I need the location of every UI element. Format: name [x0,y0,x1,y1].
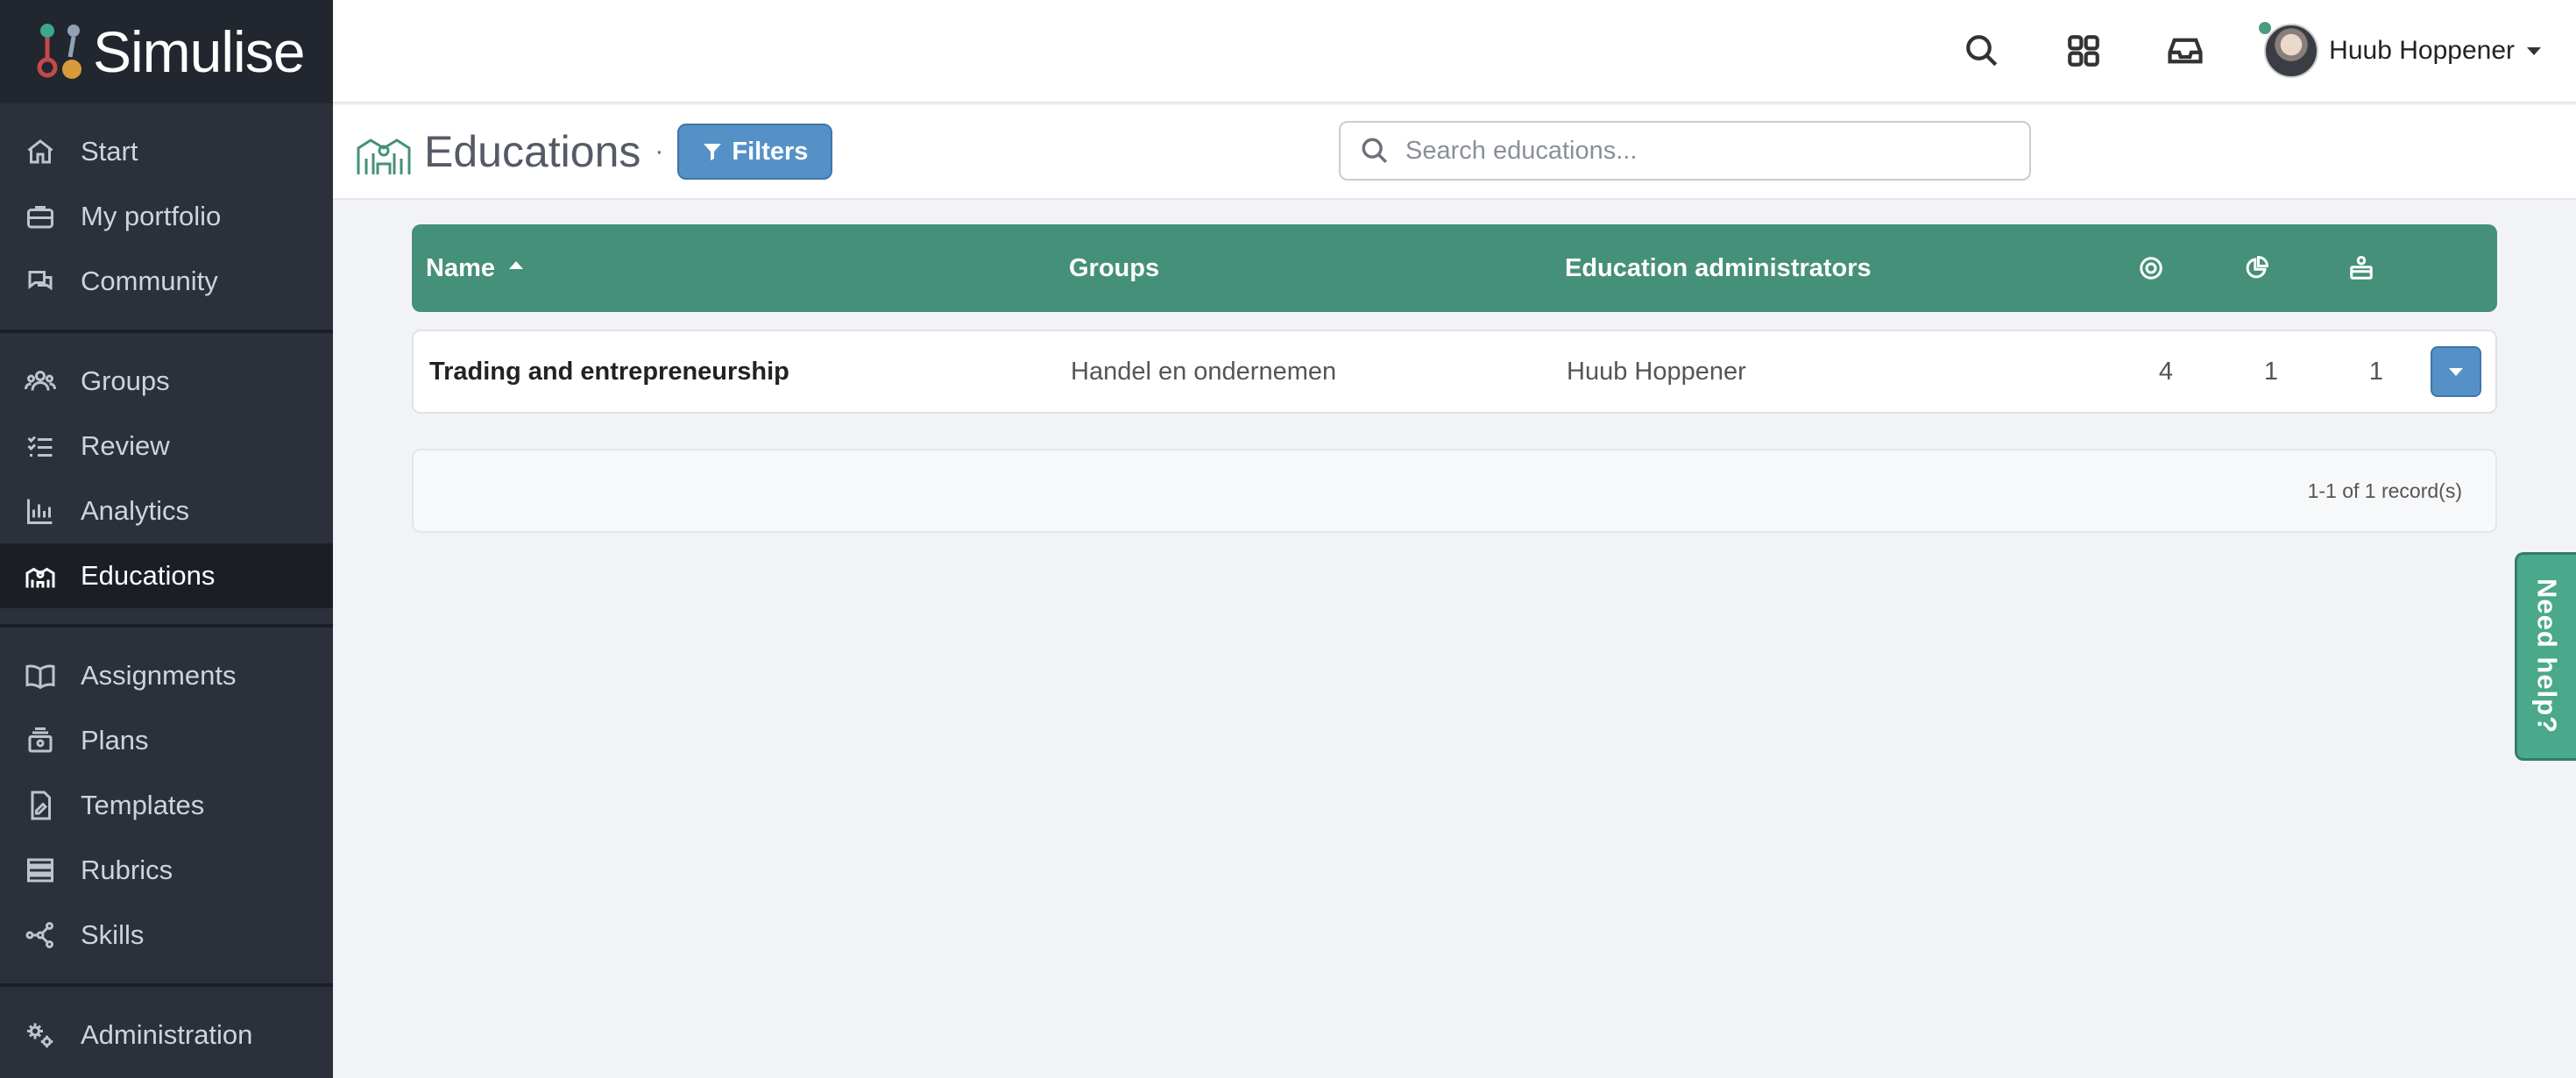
nav-group-manage: Groups Review Analytics Educations [0,333,333,628]
sidebar-item-label: My portfolio [81,201,222,231]
search-field[interactable] [1339,121,2031,181]
user-name: Huub Hoppener [2329,36,2515,65]
filters-label: Filters [732,137,809,166]
sidebar-item-label: Plans [81,725,149,755]
sidebar-item-label: Review [81,430,170,461]
sidebar-item-community[interactable]: Community [0,249,333,314]
sidebar-item-label: Assignments [81,660,237,691]
column-header-admins[interactable]: Education administrators [1565,254,1872,283]
table-footer: 1-1 of 1 record(s) [412,449,2497,533]
online-status-dot [2259,22,2272,34]
book-icon [23,658,58,693]
school-icon [357,138,411,174]
sidebar-item-analytics[interactable]: Analytics [0,479,333,543]
column-header-name[interactable]: Name [426,254,523,283]
sidebar-item-label: Groups [81,365,170,396]
nav-group-admin: Administration [0,987,333,1078]
layers-icon [23,723,58,758]
sidebar-item-assignments[interactable]: Assignments [0,643,333,708]
column-header-name-label: Name [426,253,495,282]
sidebar-item-label: Skills [81,919,145,950]
sidebar-item-skills[interactable]: Skills [0,903,333,968]
column-header-skills[interactable] [2348,255,2401,281]
need-help-button[interactable]: Need help? [2515,552,2576,761]
checklist-icon [23,429,58,464]
sort-ascending-icon [509,260,523,269]
search-icon [1966,35,1998,67]
cell-progress-count: 1 [2263,357,2279,386]
sidebar: Simulise Start My portfolio Community Gr… [0,0,333,1078]
brand-name: Simulise [93,19,305,84]
sidebar-item-plans[interactable]: Plans [0,708,333,773]
person-box-icon [2350,256,2373,280]
sidebar-item-label: Templates [81,790,205,820]
sidebar-item-label: Analytics [81,495,190,526]
gears-icon [23,1018,58,1053]
cell-admins: Huub Hoppener [1567,357,1746,386]
sidebar-item-review[interactable]: Review [0,414,333,479]
search-icon [1362,138,1387,163]
app: Simulise Start My portfolio Community Gr… [0,0,2576,1078]
pie-chart-icon [2246,255,2269,279]
brand[interactable]: Simulise [0,0,333,103]
grid-icon [2068,35,2100,67]
sidebar-item-label: Rubrics [81,855,173,885]
bar-chart-icon [23,493,58,528]
column-header-progress[interactable] [2243,255,2296,281]
sidebar-item-rubrics[interactable]: Rubrics [0,838,333,903]
target-icon [2140,257,2162,280]
cell-skills-count: 1 [2368,357,2384,386]
sidebar-item-groups[interactable]: Groups [0,349,333,414]
sidebar-item-label: Start [81,136,138,167]
cell-name[interactable]: Trading and entrepreneurship [429,358,789,387]
filters-button[interactable]: Filters [677,124,833,180]
sidebar-item-templates[interactable]: Templates [0,773,333,838]
users-icon [23,364,58,399]
sidebar-item-label: Community [81,266,218,296]
caret-down-icon [2449,367,2463,376]
cell-groups: Handel en ondernemen [1071,357,1337,386]
sidebar-item-administration[interactable]: Administration [0,1003,333,1067]
page-header: Educations · Filters [333,105,2576,200]
rubric-icon [23,853,58,888]
topbar: Huub Hoppener [333,0,2576,103]
need-help-label: Need help? [2531,578,2563,734]
inbox-icon [2168,38,2203,64]
row-actions-dropdown-button[interactable] [2431,346,2481,397]
home-icon [23,134,58,169]
record-count: 1-1 of 1 record(s) [2307,479,2462,502]
chat-icon [23,264,58,299]
briefcase-icon [23,199,58,234]
table-row[interactable]: Trading and entrepreneurship Handel en o… [412,330,2497,414]
network-icon [23,918,58,953]
search-button[interactable] [1956,25,2008,77]
avatar [2264,24,2319,78]
nav-group-main: Start My portfolio Community [0,103,333,333]
nav-group-content: Assignments Plans Templates Rubrics Skil… [0,628,333,987]
school-icon [23,558,58,593]
file-icon [23,788,58,823]
page-title: Educations [424,127,641,176]
column-header-groups[interactable]: Groups [1069,254,1159,283]
title-separator: · [655,137,664,166]
inbox-button[interactable] [2159,25,2212,77]
apps-button[interactable] [2057,25,2110,77]
simulise-logo-icon [37,24,81,79]
table-header: Name Groups Education administrators [412,224,2497,312]
sidebar-item-my-portfolio[interactable]: My portfolio [0,184,333,249]
sidebar-item-start[interactable]: Start [0,119,333,184]
column-header-targets[interactable] [2138,255,2190,281]
search-input[interactable] [1405,136,2019,166]
caret-down-icon [2527,46,2541,55]
cell-targets-count: 4 [2158,357,2174,386]
user-menu[interactable]: Huub Hoppener [2259,22,2541,78]
sidebar-item-label: Administration [81,1019,253,1050]
educations-table: Name Groups Education administrators Tra… [412,224,2497,533]
sidebar-item-educations[interactable]: Educations [0,543,333,608]
sidebar-item-label: Educations [81,560,216,591]
filter-icon [704,144,722,160]
